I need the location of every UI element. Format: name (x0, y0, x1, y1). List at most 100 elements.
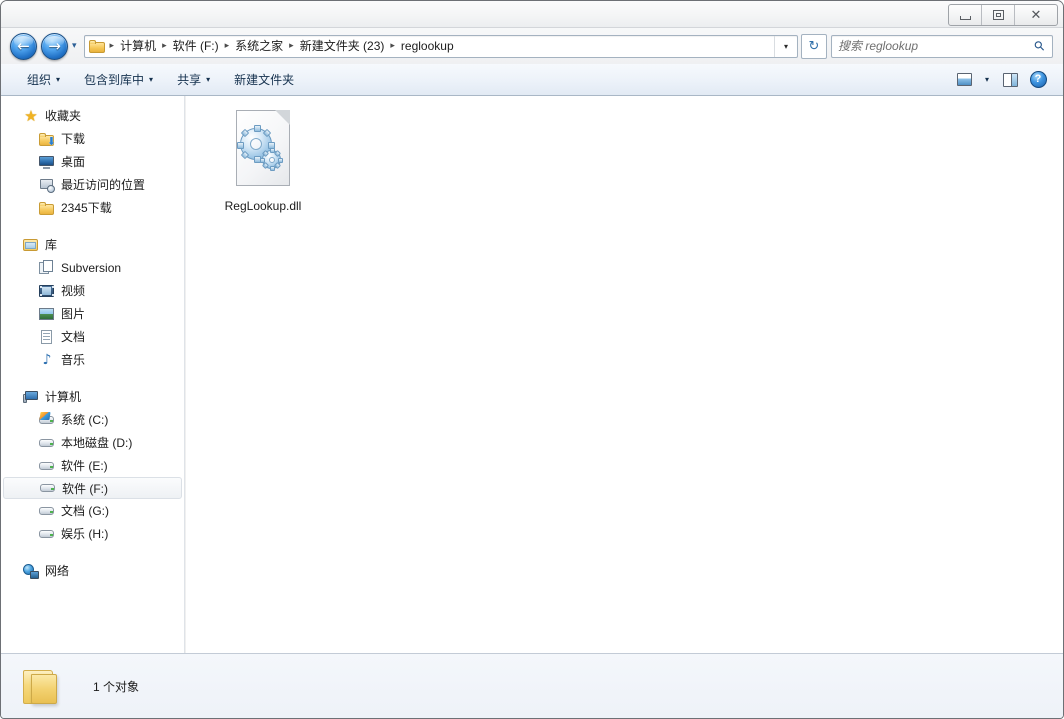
sidebar-item-computer[interactable]: 计算机 (1, 385, 184, 408)
refresh-button[interactable]: ↻ (801, 33, 827, 59)
view-options-dropdown[interactable]: ▾ (979, 69, 995, 91)
breadcrumb-separator[interactable]: ▸ (159, 41, 170, 51)
sidebar-item-label: 系统 (C:) (61, 413, 109, 427)
sidebar-item-recent-places[interactable]: 最近访问的位置 (1, 173, 184, 196)
search-icon[interactable]: ⚲ (1027, 33, 1053, 59)
close-button[interactable]: ✕ (1015, 5, 1057, 25)
sidebar-item-label: 最近访问的位置 (61, 178, 146, 192)
breadcrumb-item-newfolder23[interactable]: 新建文件夹 (23) (297, 37, 388, 55)
breadcrumb-separator[interactable]: ▸ (286, 41, 297, 51)
chevron-down-icon: ▾ (206, 75, 211, 84)
breadcrumb-item-computer[interactable]: 计算机 (117, 37, 159, 55)
breadcrumb: ▸ 计算机 ▸ 软件 (F:) ▸ 系统之家 ▸ 新建文件夹 (23) ▸ re… (85, 36, 774, 57)
new-folder-button[interactable]: 新建文件夹 (224, 67, 304, 92)
forward-button[interactable]: → (41, 32, 68, 60)
breadcrumb-item-xitongzhijia[interactable]: 系统之家 (232, 37, 286, 55)
breadcrumb-separator[interactable]: ▸ (387, 41, 398, 51)
navigation-pane[interactable]: ★ 收藏夹 ⬇ 下载 桌面 最近访问的位置 2345下载 库 Subversio… (1, 96, 185, 654)
search-box[interactable]: ⚲ (831, 33, 1053, 59)
recent-places-icon (39, 177, 55, 193)
minimize-icon (959, 15, 971, 20)
sidebar-item-label: 库 (45, 238, 58, 252)
back-button[interactable]: ← (10, 32, 37, 60)
sidebar-item-label: Subversion (61, 260, 122, 275)
status-bar: 1 个对象 (1, 653, 1063, 718)
drive-icon (39, 503, 55, 519)
folder-icon (39, 200, 55, 216)
window-controls: ✕ (948, 4, 1058, 26)
view-mode-icon (956, 73, 972, 86)
chevron-down-icon: ▾ (149, 75, 154, 84)
sidebar-item-2345-downloads[interactable]: 2345下载 (1, 196, 184, 219)
recent-pages-dropdown[interactable]: ▾ (72, 40, 77, 51)
file-item[interactable]: RegLookup.dll (208, 104, 318, 215)
drive-icon (39, 458, 55, 474)
breadcrumb-separator[interactable]: ▸ (107, 41, 118, 51)
close-icon: ✕ (1030, 7, 1042, 23)
organize-label: 组织 (27, 73, 52, 87)
sidebar-item-music[interactable]: ♪ 音乐 (1, 348, 184, 371)
dll-gears-icon (230, 110, 296, 192)
preview-pane-button[interactable] (997, 69, 1023, 91)
search-input[interactable] (832, 39, 1028, 53)
minimize-button[interactable] (949, 5, 982, 25)
sidebar-item-network[interactable]: 网络 (1, 559, 184, 582)
organize-button[interactable]: 组织 ▾ (17, 67, 70, 92)
chevron-down-icon: ▾ (783, 41, 788, 51)
sidebar-item-videos[interactable]: 视频 (1, 279, 184, 302)
change-view-button[interactable] (951, 69, 977, 91)
status-item-count: 1 个对象 (93, 679, 140, 694)
download-folder-icon: ⬇ (39, 131, 56, 147)
resize-grip[interactable] (1046, 702, 1060, 716)
sidebar-item-label: 下载 (61, 132, 86, 146)
maximize-restore-button[interactable] (982, 5, 1015, 25)
include-in-library-button[interactable]: 包含到库中 ▾ (74, 67, 163, 92)
sidebar-item-label: 文档 (G:) (61, 504, 109, 518)
drive-icon (40, 480, 56, 496)
folder-icon (21, 666, 65, 706)
sidebar-item-favorites[interactable]: ★ 收藏夹 (1, 104, 184, 127)
breadcrumb-bar[interactable]: ▸ 计算机 ▸ 软件 (F:) ▸ 系统之家 ▸ 新建文件夹 (23) ▸ re… (83, 34, 798, 58)
command-toolbar: 组织 ▾ 包含到库中 ▾ 共享 ▾ 新建文件夹 ▾ ? (1, 64, 1063, 96)
breadcrumb-item-reglookup[interactable]: reglookup (398, 37, 457, 55)
subversion-icon (39, 259, 55, 276)
sidebar-item-documents[interactable]: 文档 (1, 325, 184, 348)
preview-pane-icon (1002, 72, 1018, 87)
file-list-pane[interactable]: RegLookup.dll (186, 96, 1063, 654)
chevron-down-icon: ▾ (984, 75, 989, 84)
sidebar-item-label: 本地磁盘 (D:) (61, 436, 133, 450)
sidebar-item-desktop[interactable]: 桌面 (1, 150, 184, 173)
sidebar-item-label: 文档 (61, 330, 86, 344)
sidebar-item-downloads[interactable]: ⬇ 下载 (1, 127, 184, 150)
explorer-window: ✕ ← → ▾ ▸ 计算机 ▸ 软件 (F:) ▸ 系统之家 ▸ 新建文件夹 (… (0, 0, 1064, 719)
body-area: ★ 收藏夹 ⬇ 下载 桌面 最近访问的位置 2345下载 库 Subversio… (1, 96, 1063, 654)
sidebar-item-pictures[interactable]: 图片 (1, 302, 184, 325)
help-button[interactable]: ? (1025, 69, 1051, 91)
sidebar-item-drive-d[interactable]: 本地磁盘 (D:) (1, 431, 184, 454)
network-icon (23, 563, 39, 579)
nav-group-network: 网络 (1, 559, 184, 582)
share-button[interactable]: 共享 ▾ (167, 67, 220, 92)
sidebar-item-subversion[interactable]: Subversion (1, 256, 184, 279)
address-dropdown-button[interactable]: ▾ (774, 35, 797, 57)
sidebar-item-label: 网络 (45, 564, 70, 578)
drive-icon (39, 526, 55, 542)
sidebar-item-drive-h[interactable]: 娱乐 (H:) (1, 522, 184, 545)
chevron-down-icon: ▾ (72, 40, 77, 51)
sidebar-item-drive-g[interactable]: 文档 (G:) (1, 499, 184, 522)
title-bar: ✕ (1, 1, 1063, 28)
chevron-down-icon: ▾ (56, 75, 61, 84)
sidebar-item-label: 视频 (61, 284, 86, 298)
breadcrumb-item-drive-f[interactable]: 软件 (F:) (170, 37, 222, 55)
sidebar-item-drive-e[interactable]: 软件 (E:) (1, 454, 184, 477)
video-icon (39, 283, 55, 299)
document-icon (39, 329, 55, 345)
desktop-icon (39, 154, 55, 170)
back-arrow-icon: ← (17, 36, 30, 55)
nav-group-favorites: ★ 收藏夹 ⬇ 下载 桌面 最近访问的位置 2345下载 (1, 104, 184, 219)
computer-icon (23, 389, 39, 405)
sidebar-item-drive-f[interactable]: 软件 (F:) (3, 477, 182, 499)
sidebar-item-libraries[interactable]: 库 (1, 233, 184, 256)
breadcrumb-separator[interactable]: ▸ (222, 41, 233, 51)
sidebar-item-drive-c[interactable]: 系统 (C:) (1, 408, 184, 431)
